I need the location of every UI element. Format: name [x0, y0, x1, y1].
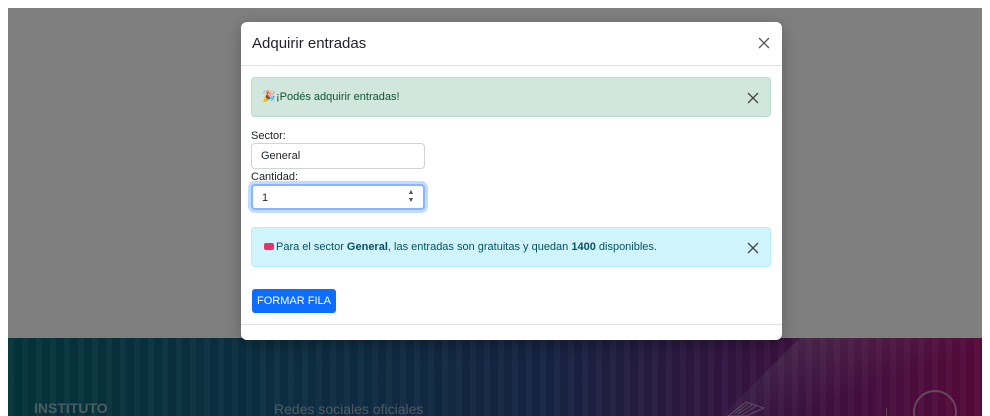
info-prefix: Para el sector — [276, 241, 347, 253]
modal-header: Adquirir entradas — [241, 22, 782, 66]
info-sector: General — [346, 241, 388, 253]
success-alert: 🎉 ¡Podés adquirir entradas! — [251, 77, 771, 117]
info-middle: , las entradas son gratuitas y quedan — [387, 241, 572, 253]
form-queue-button[interactable]: FORMAR FILA — [252, 289, 336, 313]
close-icon[interactable] — [746, 241, 760, 255]
party-popper-icon: 🎉 — [262, 91, 276, 103]
ticket-icon — [264, 243, 274, 250]
quantity-value: 1 — [262, 192, 269, 204]
sector-label: Sector: — [251, 130, 286, 142]
success-alert-text: ¡Podés adquirir entradas! — [276, 91, 400, 103]
modal-body: 🎉 ¡Podés adquirir entradas! Sector: Gene… — [241, 66, 782, 324]
stepper-down-icon[interactable]: ▼ — [407, 197, 415, 205]
modal-footer — [241, 324, 782, 340]
close-icon[interactable] — [756, 35, 772, 51]
quantity-stepper[interactable]: 1 ▲ ▼ — [251, 184, 425, 210]
purchase-tickets-modal: Adquirir entradas 🎉 ¡Podés adquirir entr… — [241, 22, 782, 340]
stepper-arrows[interactable]: ▲ ▼ — [407, 189, 415, 205]
close-icon[interactable] — [746, 91, 760, 105]
sector-field[interactable]: General — [251, 143, 425, 169]
info-count: 1400 — [571, 241, 596, 253]
info-suffix: disponibles. — [595, 241, 657, 253]
info-alert: Para el sector General, las entradas son… — [251, 227, 771, 267]
info-alert-text: Para el sector General, las entradas son… — [276, 241, 657, 253]
cantidad-label: Cantidad: — [251, 171, 299, 183]
stepper-up-icon[interactable]: ▲ — [407, 189, 415, 197]
modal-title: Adquirir entradas — [252, 35, 367, 52]
